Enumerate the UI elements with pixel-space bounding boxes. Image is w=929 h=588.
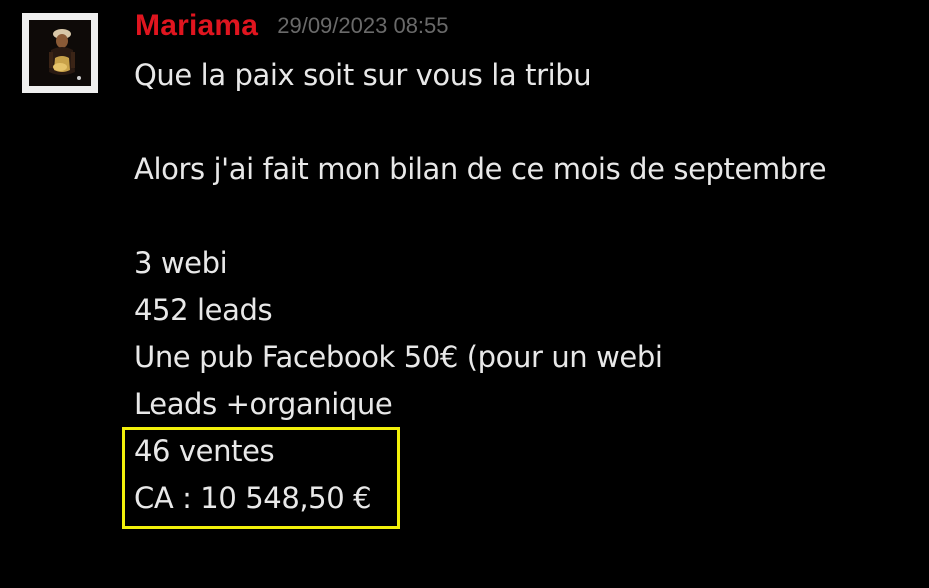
message-line: Alors j'ai fait mon bilan de ce mois de …: [134, 152, 827, 186]
avatar-photo-icon: [29, 20, 91, 86]
message-content: Que la paix soit sur vous la tribu Alors…: [134, 52, 827, 522]
message-line: 46 ventes: [134, 434, 275, 468]
message-line: 3 webi: [134, 246, 228, 280]
message-header: Mariama 29/09/2023 08:55: [135, 8, 449, 44]
message-line: Que la paix soit sur vous la tribu: [134, 58, 592, 92]
message-line: 452 leads: [134, 293, 273, 327]
author-name[interactable]: Mariama: [135, 9, 258, 42]
message-line: Une pub Facebook 50€ (pour un webi: [134, 340, 663, 374]
author-avatar[interactable]: [22, 13, 98, 93]
message-timestamp: 29/09/2023 08:55: [277, 13, 449, 38]
message-line: Leads +organique: [134, 387, 393, 421]
message-line: [134, 193, 826, 240]
message-line: CA : 10 548,50 €: [134, 481, 372, 515]
message-line: [134, 99, 826, 146]
